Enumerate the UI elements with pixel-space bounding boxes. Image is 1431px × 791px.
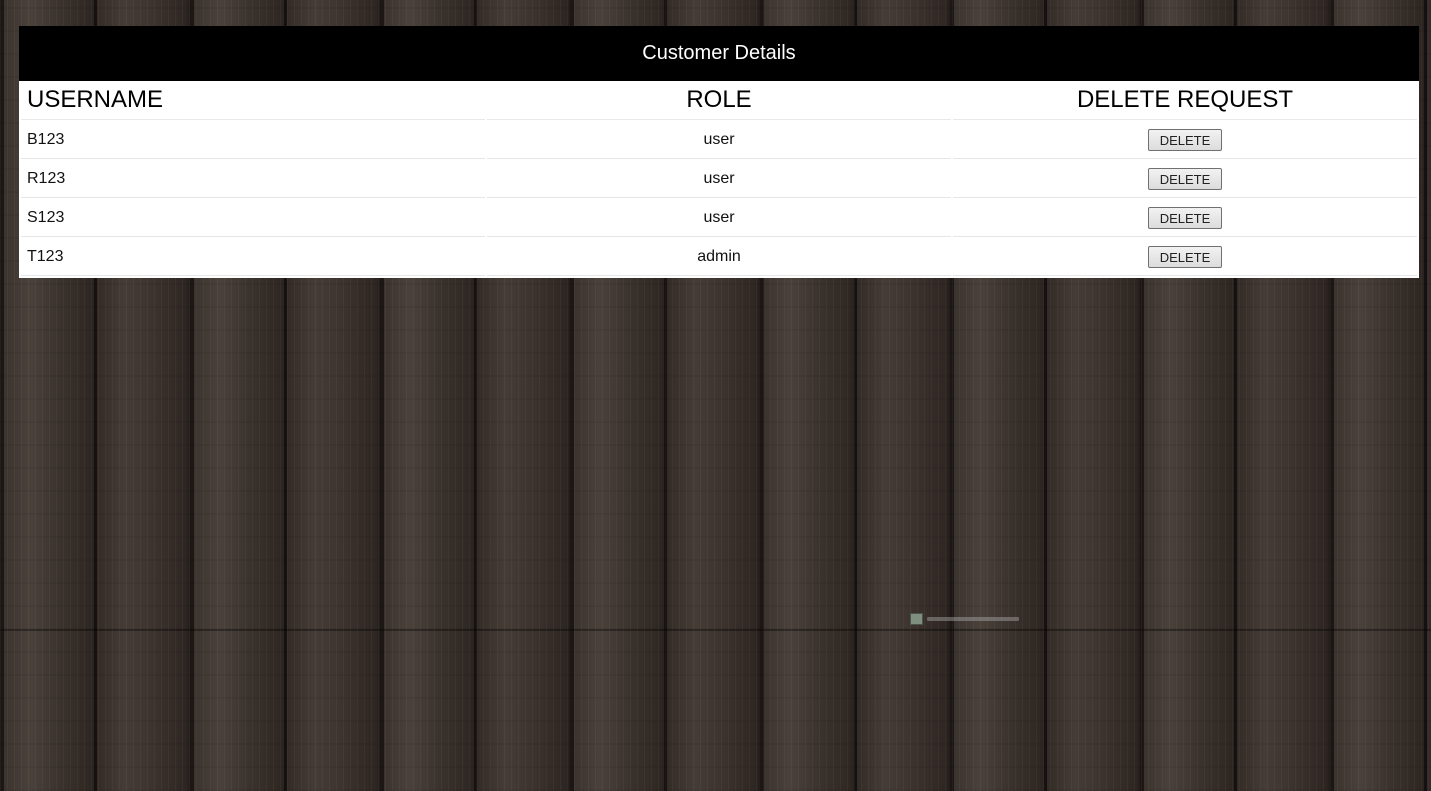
table-header-row: USERNAME ROLE DELETE REQUEST <box>21 81 1417 120</box>
table-row: B123 user DELETE <box>21 122 1417 159</box>
table-row: R123 user DELETE <box>21 161 1417 198</box>
table-row: S123 user DELETE <box>21 200 1417 237</box>
page-title: Customer Details <box>642 42 796 64</box>
customer-details-panel: Customer Details USERNAME ROLE DELETE RE… <box>19 26 1419 278</box>
role-cell: admin <box>487 239 951 276</box>
role-cell: user <box>487 161 951 198</box>
column-header-delete-request: DELETE REQUEST <box>953 81 1417 120</box>
column-header-role: ROLE <box>487 81 951 120</box>
page: { "header": { "title": "Customer Details… <box>0 0 1431 791</box>
username-cell: R123 <box>21 161 485 198</box>
role-cell: user <box>487 122 951 159</box>
watermark-url-text <box>927 617 1019 621</box>
column-header-username: USERNAME <box>21 81 485 120</box>
table-row: T123 admin DELETE <box>21 239 1417 276</box>
delete-button[interactable]: DELETE <box>1148 246 1222 268</box>
customer-table: USERNAME ROLE DELETE REQUEST B123 user D… <box>19 79 1419 278</box>
username-cell: B123 <box>21 122 485 159</box>
username-cell: S123 <box>21 200 485 237</box>
role-cell: user <box>487 200 951 237</box>
delete-button[interactable]: DELETE <box>1148 129 1222 151</box>
delete-cell: DELETE <box>953 200 1417 237</box>
username-cell: T123 <box>21 239 485 276</box>
delete-cell: DELETE <box>953 239 1417 276</box>
watermark-logo-icon <box>910 613 923 625</box>
panel-header: Customer Details <box>19 26 1419 81</box>
delete-cell: DELETE <box>953 122 1417 159</box>
watermark <box>910 613 1022 625</box>
delete-cell: DELETE <box>953 161 1417 198</box>
delete-button[interactable]: DELETE <box>1148 168 1222 190</box>
delete-button[interactable]: DELETE <box>1148 207 1222 229</box>
